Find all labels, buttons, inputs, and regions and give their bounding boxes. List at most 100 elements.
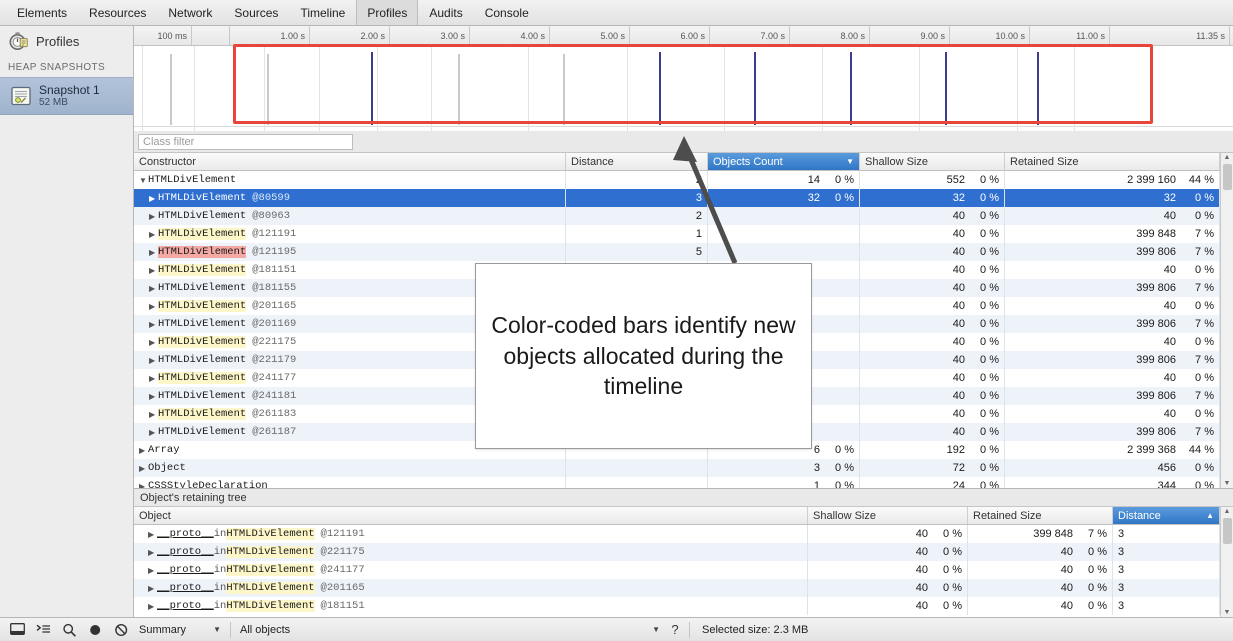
list-item[interactable]: ▶__proto__ in HTMLDivElement @201165400 …	[134, 579, 1220, 597]
cell-retained-size: 2 399 16044 %	[1005, 171, 1220, 189]
console-drawer-icon[interactable]	[30, 619, 56, 641]
twisty-collapsed-icon[interactable]: ▶	[149, 284, 158, 293]
table-row[interactable]: ▶HTMLDivElement @1211911400 %399 8487 %	[134, 225, 1220, 243]
menu-item-network[interactable]: Network	[157, 0, 223, 25]
column-header-retained-size[interactable]: Retained Size	[1005, 153, 1220, 170]
constructor-name: HTMLDivElement	[158, 372, 246, 384]
twisty-collapsed-icon[interactable]: ▶	[149, 410, 158, 419]
timeline-tick-6: 6.00 s	[630, 26, 710, 45]
constructors-vertical-scrollbar[interactable]: ▲ ▼	[1220, 153, 1233, 488]
scroll-up-icon[interactable]: ▲	[1224, 507, 1231, 516]
shallow-size-percent: 0 %	[965, 318, 999, 330]
table-row[interactable]: ▶Object30 %720 %4560 %	[134, 459, 1220, 477]
scroll-down-icon[interactable]: ▼	[1224, 479, 1231, 488]
table-row[interactable]: ▶HTMLDivElement @805993320 %320 %320 %	[134, 189, 1220, 207]
cell-distance: 1	[566, 225, 708, 243]
cell-retained-size: 399 8067 %	[1005, 243, 1220, 261]
object-filter-select[interactable]: All objects ▼	[235, 621, 665, 639]
table-row[interactable]: ▶CSSStyleDeclaration10 %240 %3440 %	[134, 477, 1220, 488]
menu-item-sources[interactable]: Sources	[223, 0, 289, 25]
graph-baseline	[134, 126, 1233, 127]
twisty-collapsed-icon[interactable]: ▶	[139, 446, 148, 455]
twisty-collapsed-icon[interactable]: ▶	[149, 302, 158, 311]
column-header-distance[interactable]: Distance	[566, 153, 708, 170]
list-item[interactable]: ▶__proto__ in HTMLDivElement @121191400 …	[134, 525, 1220, 543]
menu-item-console[interactable]: Console	[474, 0, 540, 25]
object-id: @241177	[252, 372, 296, 384]
cell-constructor: ▶HTMLDivElement @80963	[134, 207, 566, 225]
twisty-collapsed-icon[interactable]: ▶	[149, 392, 158, 401]
twisty-collapsed-icon[interactable]: ▶	[149, 356, 158, 365]
allocation-graph[interactable]	[134, 46, 1233, 131]
cell-distance: 3	[1113, 579, 1220, 597]
cell-shallow-size: 400 %	[860, 261, 1005, 279]
shallow-size-percent: 0 %	[928, 600, 962, 612]
twisty-collapsed-icon[interactable]: ▶	[149, 320, 158, 329]
retained-size-percent: 0 %	[1073, 546, 1107, 558]
twisty-collapsed-icon[interactable]: ▶	[148, 602, 157, 611]
column-header-rt-distance[interactable]: Distance ▲	[1113, 507, 1220, 524]
twisty-collapsed-icon[interactable]: ▶	[149, 248, 158, 257]
allocation-timeline: 100 ms 1.00 s 2.00 s 3.00 s 4.00 s 5.00 …	[134, 26, 1233, 131]
cell-constructor: ▶HTMLDivElement @121195	[134, 243, 566, 261]
twisty-expanded-icon[interactable]: ▼	[139, 176, 148, 185]
scrollbar-thumb[interactable]	[1223, 164, 1232, 190]
clear-icon[interactable]	[108, 619, 134, 641]
column-header-object[interactable]: Object	[134, 507, 808, 524]
scroll-up-icon[interactable]: ▲	[1224, 153, 1231, 162]
retained-size-percent: 7 %	[1176, 318, 1214, 330]
menu-item-timeline[interactable]: Timeline	[289, 0, 356, 25]
allocation-bar	[267, 54, 269, 125]
shallow-size-percent: 0 %	[965, 390, 999, 402]
help-icon[interactable]: ?	[665, 622, 685, 637]
column-header-constructor[interactable]: Constructor	[134, 153, 566, 170]
view-mode-select[interactable]: Summary ▼	[134, 621, 226, 639]
table-row[interactable]: ▶HTMLDivElement @809632400 %400 %	[134, 207, 1220, 225]
twisty-collapsed-icon[interactable]: ▶	[148, 566, 157, 575]
menu-item-resources[interactable]: Resources	[78, 0, 157, 25]
timeline-tick-7: 7.00 s	[710, 26, 790, 45]
menu-item-audits[interactable]: Audits	[418, 0, 473, 25]
dock-icon[interactable]	[4, 619, 30, 641]
column-header-rt-shallow-size[interactable]: Shallow Size	[808, 507, 968, 524]
scroll-down-icon[interactable]: ▼	[1224, 608, 1231, 617]
twisty-collapsed-icon[interactable]: ▶	[148, 548, 157, 557]
scrollbar-thumb[interactable]	[1223, 518, 1232, 544]
list-item[interactable]: ▶__proto__ in HTMLDivElement @241177400 …	[134, 561, 1220, 579]
list-item[interactable]: ▶__proto__ in HTMLDivElement @221175400 …	[134, 543, 1220, 561]
graph-gridline	[319, 46, 320, 131]
twisty-collapsed-icon[interactable]: ▶	[148, 584, 157, 593]
column-header-rt-retained-size[interactable]: Retained Size	[968, 507, 1113, 524]
twisty-collapsed-icon[interactable]: ▶	[149, 428, 158, 437]
constructor-name: CSSStyleDeclaration	[148, 480, 268, 488]
twisty-collapsed-icon[interactable]: ▶	[149, 374, 158, 383]
twisty-collapsed-icon[interactable]: ▶	[149, 338, 158, 347]
twisty-collapsed-icon[interactable]: ▶	[149, 212, 158, 221]
constructor-name: HTMLDivElement	[158, 192, 246, 204]
retained-size-percent: 0 %	[1176, 192, 1214, 204]
column-header-shallow-size[interactable]: Shallow Size	[860, 153, 1005, 170]
twisty-collapsed-icon[interactable]: ▶	[139, 482, 148, 489]
column-header-objects-count[interactable]: Objects Count ▼	[708, 153, 860, 170]
sidebar-item-snapshot-1[interactable]: Snapshot 1 52 MB	[0, 77, 133, 115]
shallow-size-value: 40	[953, 282, 965, 294]
graph-gridline	[822, 46, 823, 131]
menu-item-profiles[interactable]: Profiles	[356, 0, 418, 25]
record-icon[interactable]	[82, 619, 108, 641]
twisty-collapsed-icon[interactable]: ▶	[149, 194, 158, 203]
twisty-collapsed-icon[interactable]: ▶	[149, 266, 158, 275]
menu-item-elements[interactable]: Elements	[6, 0, 78, 25]
twisty-collapsed-icon[interactable]: ▶	[139, 464, 148, 473]
list-item[interactable]: ▶__proto__ in HTMLDivElement @181151400 …	[134, 597, 1220, 615]
twisty-collapsed-icon[interactable]: ▶	[149, 230, 158, 239]
table-row[interactable]: ▶HTMLDivElement @1211955400 %399 8067 %	[134, 243, 1220, 261]
table-row[interactable]: ▼HTMLDivElement2140 %5520 %2 399 16044 %	[134, 171, 1220, 189]
class-filter-input[interactable]	[138, 134, 353, 150]
graph-gridline	[377, 46, 378, 131]
retained-size-value: 399 806	[1136, 318, 1176, 330]
cell-retained-size: 399 8067 %	[1005, 279, 1220, 297]
search-icon[interactable]	[56, 619, 82, 641]
twisty-collapsed-icon[interactable]: ▶	[148, 530, 157, 539]
retaining-tree-body[interactable]: ▶__proto__ in HTMLDivElement @121191400 …	[134, 525, 1220, 617]
retaining-tree-vertical-scrollbar[interactable]: ▲ ▼	[1220, 507, 1233, 617]
